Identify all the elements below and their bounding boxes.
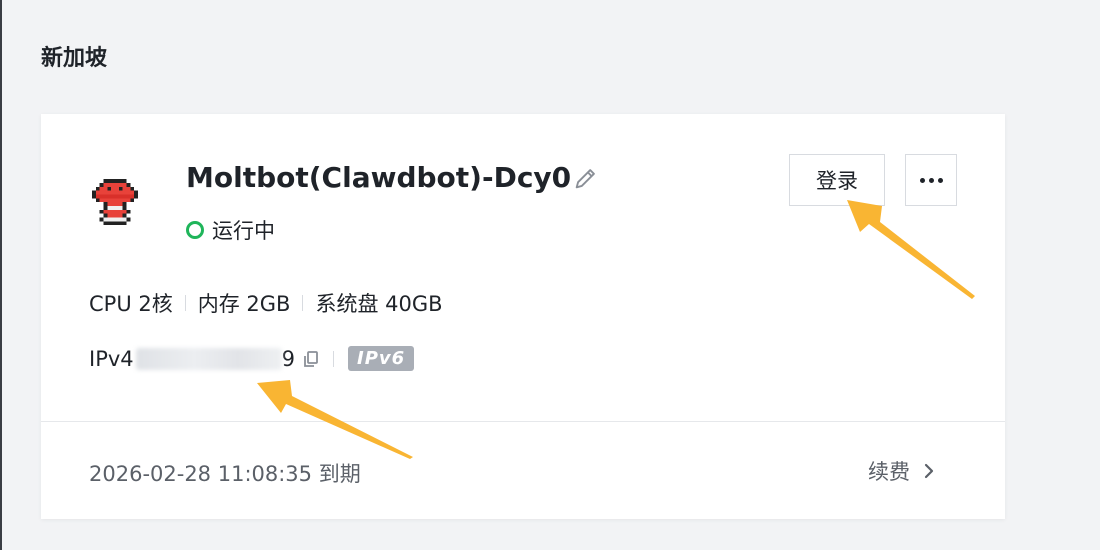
left-border	[0, 0, 2, 550]
ipv4-tail: 9	[281, 346, 296, 371]
ipv4-prefix: IPv4	[89, 346, 134, 371]
more-dots-icon[interactable]	[905, 154, 957, 206]
cpu-spec: CPU 2核	[89, 292, 173, 316]
chevron-right-icon	[924, 463, 934, 479]
edit-pencil-icon[interactable]	[572, 164, 600, 192]
instance-status: 运行中	[186, 215, 275, 245]
spec-divider	[184, 295, 186, 311]
instance-specs: CPU 2核 内存 2GB 系统盘 40GB	[89, 288, 443, 318]
renew-label: 续费	[868, 460, 910, 484]
expiry-time: 2026-02-28 11:08:35 到期	[89, 462, 361, 486]
copy-icon[interactable]	[301, 349, 321, 369]
region-title: 新加坡	[41, 46, 108, 71]
renew-link[interactable]: 续费	[868, 456, 938, 486]
ip-divider	[333, 350, 335, 367]
login-button[interactable]: 登录	[789, 154, 885, 206]
disk-spec: 系统盘 40GB	[315, 292, 443, 316]
ip-row: IPv4 9 IPv6	[89, 346, 415, 371]
console-page: 新加坡 Moltbot(Clawdbot)-Dcy0 运行中 登录 CPU 2核…	[0, 0, 1100, 550]
card-divider	[41, 421, 1005, 422]
ipv6-badge: IPv6	[348, 346, 415, 371]
running-status-icon	[186, 221, 204, 239]
instance-card: Moltbot(Clawdbot)-Dcy0 运行中 登录 CPU 2核 内存 …	[41, 114, 1005, 519]
status-text: 运行中	[212, 219, 275, 243]
instance-name: Moltbot(Clawdbot)-Dcy0	[186, 161, 572, 194]
memory-spec: 内存 2GB	[197, 292, 291, 316]
red-pixel-robot-icon	[92, 179, 138, 226]
spec-divider	[302, 295, 304, 311]
ipv4-address-blurred	[135, 347, 282, 370]
